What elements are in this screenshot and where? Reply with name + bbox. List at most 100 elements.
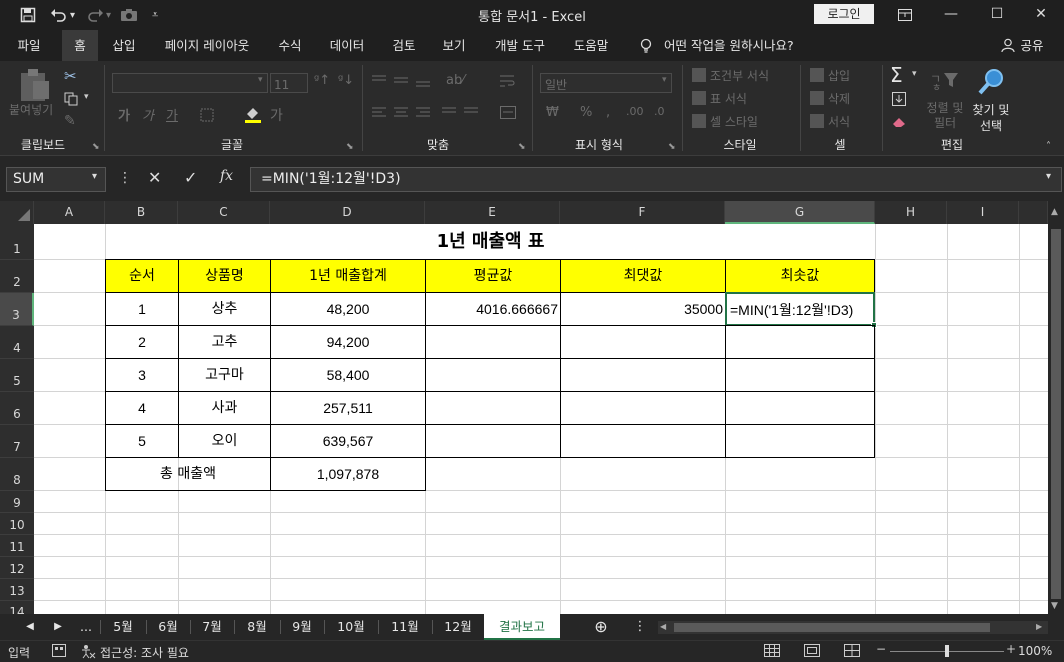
vertical-scrollbar[interactable]: ▲ ▼ (1048, 201, 1064, 614)
increase-font-icon[interactable]: ᵍ↑ (314, 73, 330, 88)
accessibility-icon[interactable] (80, 643, 96, 662)
row-header[interactable]: 12 (0, 557, 34, 579)
collapse-ribbon-icon[interactable]: ˄ (1046, 141, 1051, 152)
sort-filter-button[interactable]: 정렬 및 필터 (924, 101, 966, 131)
paste-label[interactable]: 붙여넣기 (9, 101, 53, 118)
average-cell[interactable] (425, 424, 561, 458)
orientation-icon[interactable]: ab⁄ (446, 73, 464, 88)
font-color-icon[interactable]: 가 (270, 105, 283, 125)
ribbon-display-icon[interactable] (882, 0, 928, 30)
seq-cell[interactable]: 1 (105, 292, 179, 326)
row-header[interactable]: 6 (0, 392, 34, 425)
tab-page-layout[interactable]: 페이지 레이아웃 (152, 30, 262, 61)
sheet-tab-active[interactable]: 결과보고 (484, 614, 560, 640)
sheet-tab[interactable]: 9월 (281, 614, 323, 640)
max-cell[interactable] (560, 391, 726, 425)
close-icon[interactable]: ✕ (1018, 0, 1064, 30)
delete-cells-button[interactable]: 삭제 (828, 90, 850, 107)
insert-cells-button[interactable]: 삽입 (828, 67, 850, 84)
total-cell[interactable]: 639,567 (270, 424, 426, 458)
currency-icon[interactable]: ₩ (546, 105, 559, 120)
min-cell[interactable] (725, 391, 875, 425)
fill-icon[interactable] (892, 91, 906, 110)
row-header[interactable]: 14 (0, 601, 34, 614)
name-box[interactable]: SUM (6, 167, 106, 192)
find-select-button-line1[interactable]: 찾기 및 (968, 101, 1014, 118)
font-name-box[interactable] (112, 73, 268, 93)
column-header[interactable]: A (34, 201, 105, 224)
insert-function-icon[interactable]: fx (220, 168, 233, 184)
login-button[interactable]: 로그인 (814, 4, 874, 24)
vertical-scroll-thumb[interactable] (1051, 229, 1061, 599)
clear-icon[interactable] (892, 113, 908, 132)
sheet-title[interactable]: 1년 매출액 표 (106, 224, 875, 259)
column-header[interactable]: E (425, 201, 560, 224)
more-options-icon[interactable]: ⋮ (118, 170, 132, 186)
prev-sheet-icon[interactable]: ◀ (22, 614, 38, 640)
name-box-dropdown-icon[interactable]: ▾ (92, 171, 97, 182)
number-format-box[interactable]: 일반 (540, 73, 672, 93)
border-icon[interactable] (200, 107, 214, 126)
active-cell-min[interactable]: =MIN('1월:12월'!D3) (725, 292, 875, 326)
increase-decimal-icon[interactable]: .00 (626, 105, 644, 118)
max-cell[interactable] (560, 358, 726, 392)
tab-file[interactable]: 파일 (6, 30, 52, 61)
horizontal-scroll-thumb[interactable] (674, 623, 990, 632)
column-header[interactable]: I (947, 201, 1019, 224)
font-size-box[interactable]: 11 (270, 73, 308, 93)
percent-icon[interactable]: % (580, 105, 592, 120)
expand-formula-icon[interactable]: ▾ (1046, 171, 1051, 182)
row-header[interactable]: 10 (0, 513, 34, 535)
align-left-icon[interactable] (372, 105, 482, 124)
tell-me-search[interactable]: 어떤 작업을 원하시나요? (664, 30, 804, 61)
page-break-view-icon[interactable] (844, 644, 860, 661)
tab-developer[interactable]: 개발 도구 (484, 30, 556, 61)
sheet-tab[interactable]: 10월 (325, 614, 377, 640)
min-cell[interactable] (725, 358, 875, 392)
tab-review[interactable]: 검토 (384, 30, 424, 61)
sort-filter-icon[interactable]: ㄱㅎ (930, 69, 960, 95)
decrease-font-icon[interactable]: ᵍ↓ (338, 73, 354, 88)
header-cell[interactable]: 상품명 (178, 259, 271, 293)
seq-cell[interactable]: 4 (105, 391, 179, 425)
clipboard-launcher-icon[interactable]: ⬊ (92, 142, 100, 152)
column-header[interactable]: F (560, 201, 725, 224)
underline-icon[interactable]: 가 (166, 105, 178, 124)
row-header[interactable]: 5 (0, 359, 34, 392)
more-sheets-button[interactable]: ... (76, 614, 96, 640)
alignment-launcher-icon[interactable]: ⬊ (518, 142, 526, 152)
fill-color-icon[interactable] (244, 105, 262, 127)
seq-cell[interactable]: 2 (105, 325, 179, 359)
product-cell[interactable]: 고구마 (178, 358, 271, 392)
copy-dropdown-icon[interactable]: ▾ (84, 92, 89, 102)
tab-insert[interactable]: 삽입 (104, 30, 144, 61)
find-select-icon[interactable] (976, 67, 1006, 101)
merge-center-icon[interactable] (500, 105, 516, 124)
scroll-right-icon[interactable]: ▶ (1036, 622, 1042, 631)
conditional-format-button[interactable]: 조건부 서식 (710, 67, 769, 84)
format-painter-icon[interactable]: ✎ (64, 113, 76, 129)
row-header[interactable]: 1 (0, 224, 34, 260)
tab-home[interactable]: 홈 (62, 30, 98, 61)
column-header[interactable]: D (270, 201, 425, 224)
header-cell[interactable]: 1년 매출합계 (270, 259, 426, 293)
sheet-tab[interactable]: 5월 (101, 614, 145, 640)
tab-help[interactable]: 도움말 (566, 30, 616, 61)
maximize-icon[interactable]: ☐ (974, 0, 1020, 30)
add-sheet-icon[interactable]: ⊕ (590, 614, 612, 640)
autosum-icon[interactable]: Σ (890, 63, 903, 87)
zoom-in-icon[interactable]: + (1006, 642, 1016, 656)
tab-formulas[interactable]: 수식 (270, 30, 310, 61)
sheet-tab[interactable]: 8월 (235, 614, 279, 640)
product-cell[interactable]: 오이 (178, 424, 271, 458)
zoom-out-icon[interactable]: − (876, 642, 886, 656)
header-cell[interactable]: 평균값 (425, 259, 561, 293)
autosum-dropdown-icon[interactable]: ▾ (912, 69, 917, 79)
row-header[interactable]: 13 (0, 579, 34, 601)
align-top-icon[interactable] (372, 73, 432, 92)
share-button[interactable]: 공유 (1018, 30, 1046, 61)
total-cell[interactable]: 257,511 (270, 391, 426, 425)
column-header[interactable]: C (178, 201, 270, 224)
total-cell[interactable]: 58,400 (270, 358, 426, 392)
number-format-dropdown-icon[interactable]: ▾ (662, 75, 667, 85)
